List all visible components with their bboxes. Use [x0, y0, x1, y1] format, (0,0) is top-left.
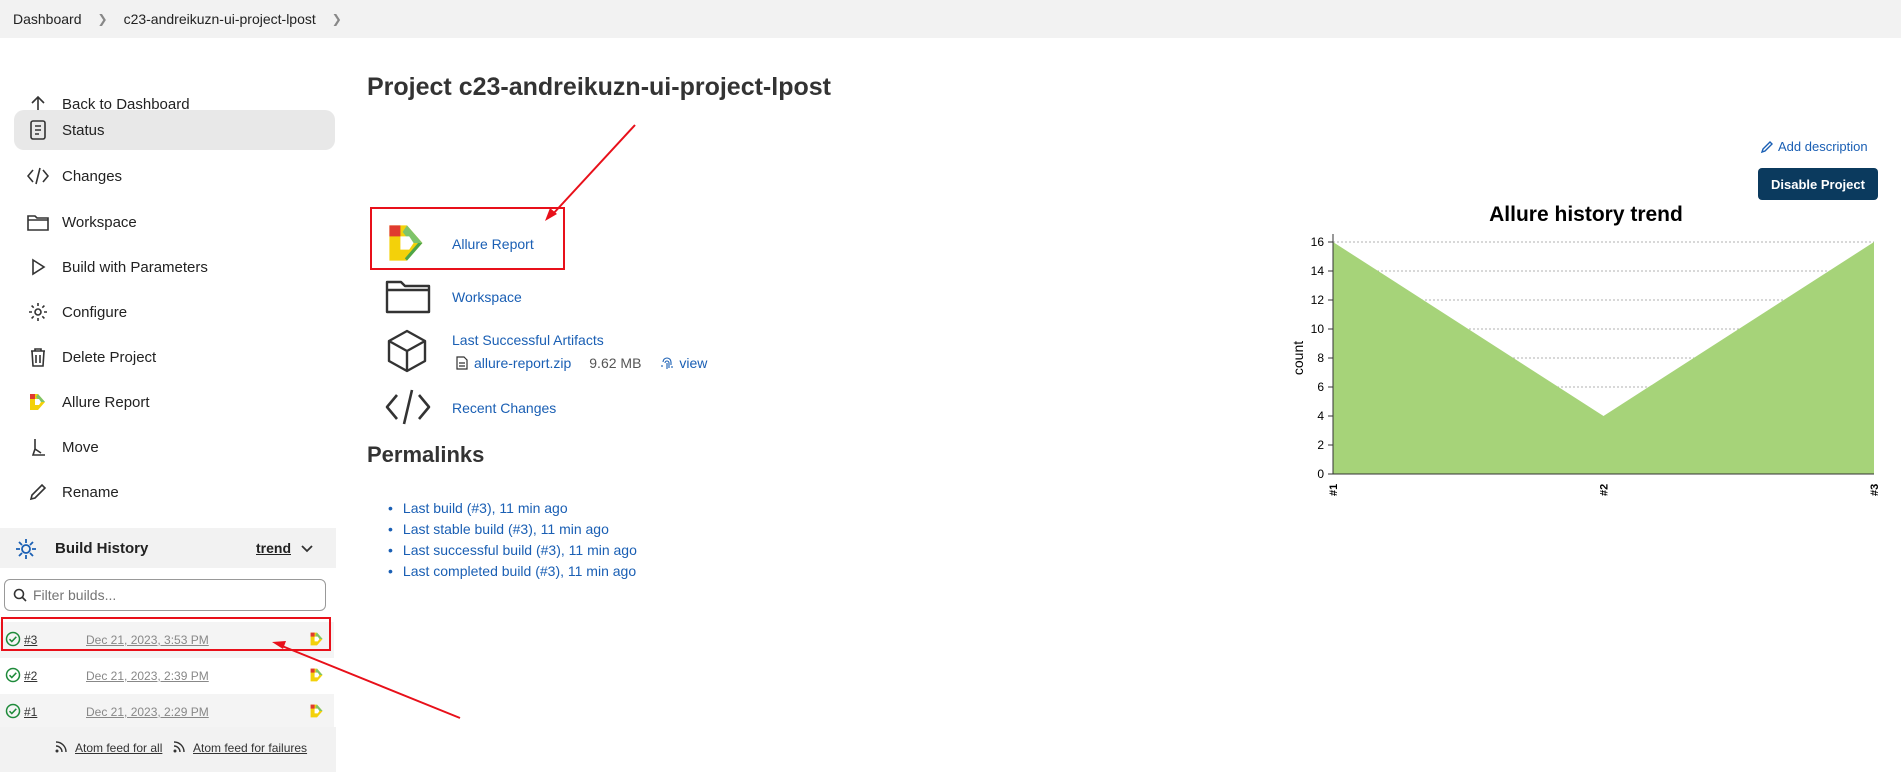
x-tick-label: #3: [1869, 484, 1881, 496]
y-axis-label: count: [1290, 341, 1306, 375]
y-tick-label: 6: [1317, 380, 1324, 394]
y-tick-label: 10: [1311, 322, 1325, 336]
y-tick-label: 4: [1317, 409, 1324, 423]
x-tick-label: #1: [1328, 484, 1340, 496]
y-tick-label: 14: [1311, 264, 1325, 278]
y-tick-label: 2: [1317, 438, 1324, 452]
allure-trend-chart[interactable]: 0 2 4 6 8 10 12 14 16 #1 #2 #3 count: [1280, 225, 1890, 505]
y-tick-label: 16: [1311, 235, 1325, 249]
y-tick-label: 12: [1311, 293, 1325, 307]
y-tick-label: 0: [1317, 467, 1324, 481]
area-series: [1333, 242, 1874, 474]
x-tick-label: #2: [1599, 484, 1611, 496]
y-tick-label: 8: [1317, 351, 1324, 365]
chart-title: Allure history trend: [1489, 203, 1683, 226]
